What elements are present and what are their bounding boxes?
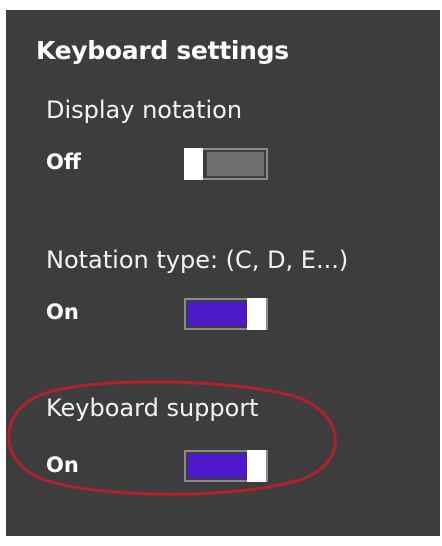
notation-type-toggle[interactable] — [184, 298, 268, 330]
notation-type-label: Notation type: (C, D, E...) — [46, 246, 349, 274]
keyboard-support-state: On — [46, 453, 79, 477]
toggle-track-fill — [207, 152, 264, 176]
toggle-thumb — [247, 450, 266, 482]
display-notation-label: Display notation — [46, 96, 243, 124]
panel-title: Keyboard settings — [36, 36, 289, 65]
keyboard-support-label: Keyboard support — [46, 394, 259, 422]
display-notation-toggle[interactable] — [184, 148, 268, 180]
display-notation-state: Off — [46, 150, 81, 174]
notation-type-state: On — [46, 300, 79, 324]
keyboard-settings-panel: Keyboard settings Display notation Off N… — [6, 10, 440, 536]
keyboard-support-toggle[interactable] — [184, 450, 268, 482]
toggle-thumb — [247, 298, 266, 330]
toggle-track-fill — [188, 454, 247, 478]
toggle-thumb — [184, 148, 203, 180]
toggle-track-fill — [188, 302, 247, 326]
